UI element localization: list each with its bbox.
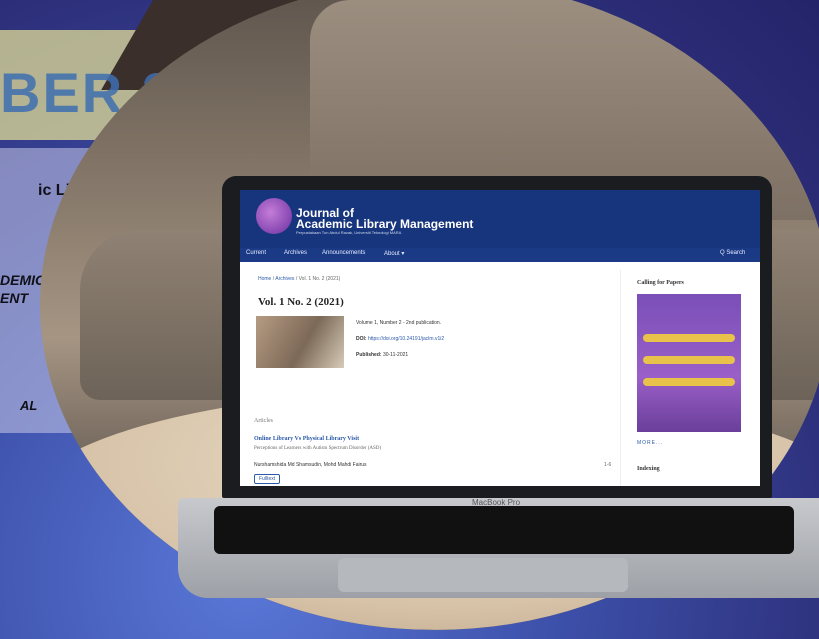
nav-search[interactable]: Q Search — [720, 250, 745, 256]
poster-band — [643, 356, 735, 364]
nav-current[interactable]: Current — [246, 250, 266, 256]
journal-subtitle: Perpustakaan Tun Abdul Razak, Universiti… — [296, 230, 402, 235]
nav-announcements[interactable]: Announcements — [322, 250, 365, 256]
sidebar: Calling for Papers MORE... Indexing — [620, 270, 760, 486]
left-text-academic: DEMIC — [0, 272, 46, 288]
journal-nav: Current Archives Announcements About ▾ Q… — [240, 248, 760, 262]
published-value: 30-11-2021 — [382, 352, 409, 358]
articles-header: Articles — [254, 418, 273, 424]
article-title[interactable]: Online Library Vs Physical Library Visit — [254, 436, 359, 442]
breadcrumb-archives[interactable]: Archives — [275, 276, 294, 282]
more-link[interactable]: MORE... — [637, 440, 663, 446]
sidebar-heading-indexing: Indexing — [637, 466, 660, 472]
published-label: Published: — [356, 352, 382, 358]
doi-link[interactable]: https://doi.org/10.24191/jaclm.v1i2 — [368, 336, 444, 342]
left-text-journal: AL — [20, 398, 38, 413]
issue-cover-image — [256, 316, 344, 368]
issue-title: Vol. 1 No. 2 (2021) — [258, 296, 344, 308]
fulltext-button[interactable]: Fulltext — [254, 474, 281, 484]
nav-archives[interactable]: Archives — [284, 250, 307, 256]
macbook-label: MacBook Pro — [472, 498, 521, 507]
nav-about[interactable]: About ▾ — [384, 250, 404, 257]
laptop-trackpad — [338, 558, 628, 592]
laptop-keyboard — [214, 506, 794, 554]
breadcrumb-home[interactable]: Home — [258, 276, 271, 282]
journal-logo-icon — [256, 198, 292, 234]
sidebar-heading-calling: Calling for Papers — [637, 280, 684, 286]
poster-band — [643, 334, 735, 342]
doi-label: DOI: — [356, 336, 367, 342]
call-for-papers-poster[interactable] — [637, 294, 741, 432]
issue-description: Volume 1, Number 2 - 2nd publication. — [356, 320, 442, 326]
laptop-screen: Journal of Academic Library Management P… — [240, 190, 760, 486]
breadcrumb-current: Vol. 1 No. 2 (2021) — [298, 276, 341, 282]
article-pages: 1-6 — [604, 462, 612, 468]
journal-title: Journal of Academic Library Management — [296, 207, 474, 231]
left-text-management: ENT — [0, 290, 28, 306]
article-subtitle: Perceptions of Learners with Autism Spec… — [254, 446, 382, 451]
article-authors: Nurshamshida Md Shamsudin, Mohd Mahdi Fa… — [254, 462, 367, 468]
journal-title-line2: Academic Library Management — [296, 217, 474, 231]
breadcrumb: Home / Archives / Vol. 1 No. 2 (2021) — [258, 276, 341, 282]
issue-doi: DOI: https://doi.org/10.24191/jaclm.v1i2 — [356, 336, 444, 342]
journal-header: Journal of Academic Library Management P… — [240, 190, 760, 248]
issue-published: Published: 30-11-2021 — [356, 352, 408, 358]
poster-band — [643, 378, 735, 386]
